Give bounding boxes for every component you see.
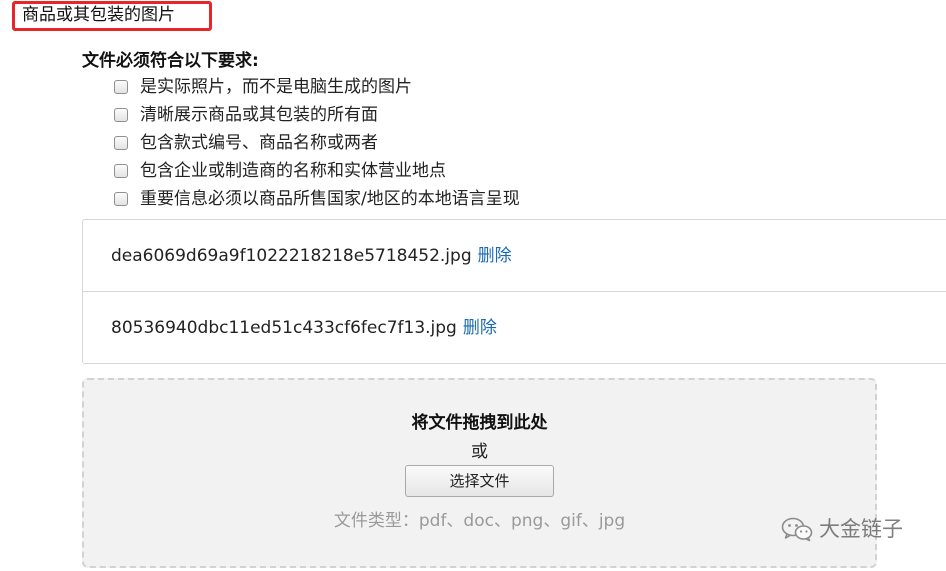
requirement-label: 是实际照片，而不是电脑生成的图片: [140, 77, 412, 97]
requirement-label: 重要信息必须以商品所售国家/地区的本地语言呈现: [140, 189, 520, 209]
dropzone-file-types: 文件类型：pdf、doc、png、gif、jpg: [333, 511, 626, 531]
page: 商品或其包装的图片 文件必须符合以下要求: 是实际照片，而不是电脑生成的图片 清…: [0, 0, 946, 571]
requirement-item: 重要信息必须以商品所售国家/地区的本地语言呈现: [114, 185, 520, 213]
uploaded-file-list: dea6069d69a9f1022218218e5718452.jpg 删除 8…: [82, 219, 946, 364]
requirement-checkbox[interactable]: [114, 164, 128, 178]
requirements-list: 是实际照片，而不是电脑生成的图片 清晰展示商品或其包装的所有面 包含款式编号、商…: [114, 73, 520, 213]
requirement-checkbox[interactable]: [114, 80, 128, 94]
file-name: dea6069d69a9f1022218218e5718452.jpg: [111, 245, 472, 266]
requirement-checkbox[interactable]: [114, 136, 128, 150]
requirement-label: 清晰展示商品或其包装的所有面: [140, 105, 378, 125]
wechat-icon: [781, 517, 813, 542]
watermark-text: 大金链子: [819, 517, 903, 541]
requirements-heading: 文件必须符合以下要求:: [82, 51, 259, 71]
requirement-item: 清晰展示商品或其包装的所有面: [114, 101, 520, 129]
watermark: 大金链子: [781, 516, 903, 542]
file-dropzone[interactable]: 将文件拖拽到此处 或 选择文件 文件类型：pdf、doc、png、gif、jpg: [82, 378, 877, 568]
requirement-item: 包含企业或制造商的名称和实体营业地点: [114, 157, 520, 185]
file-row: 80536940dbc11ed51c433cf6fec7f13.jpg 删除: [83, 291, 946, 363]
requirement-item: 是实际照片，而不是电脑生成的图片: [114, 73, 520, 101]
requirement-label: 包含款式编号、商品名称或两者: [140, 133, 378, 153]
file-row: dea6069d69a9f1022218218e5718452.jpg 删除: [83, 220, 946, 291]
delete-file-link[interactable]: 删除: [463, 317, 497, 339]
requirement-checkbox[interactable]: [114, 192, 128, 206]
dropzone-title: 将文件拖拽到此处: [411, 413, 548, 433]
section-title: 商品或其包装的图片: [22, 5, 175, 25]
file-name: 80536940dbc11ed51c433cf6fec7f13.jpg: [111, 317, 457, 338]
requirement-item: 包含款式编号、商品名称或两者: [114, 129, 520, 157]
requirement-checkbox[interactable]: [114, 108, 128, 122]
requirement-label: 包含企业或制造商的名称和实体营业地点: [140, 161, 446, 181]
delete-file-link[interactable]: 删除: [478, 245, 512, 267]
choose-file-button[interactable]: 选择文件: [405, 465, 554, 497]
dropzone-or-text: 或: [471, 442, 488, 462]
